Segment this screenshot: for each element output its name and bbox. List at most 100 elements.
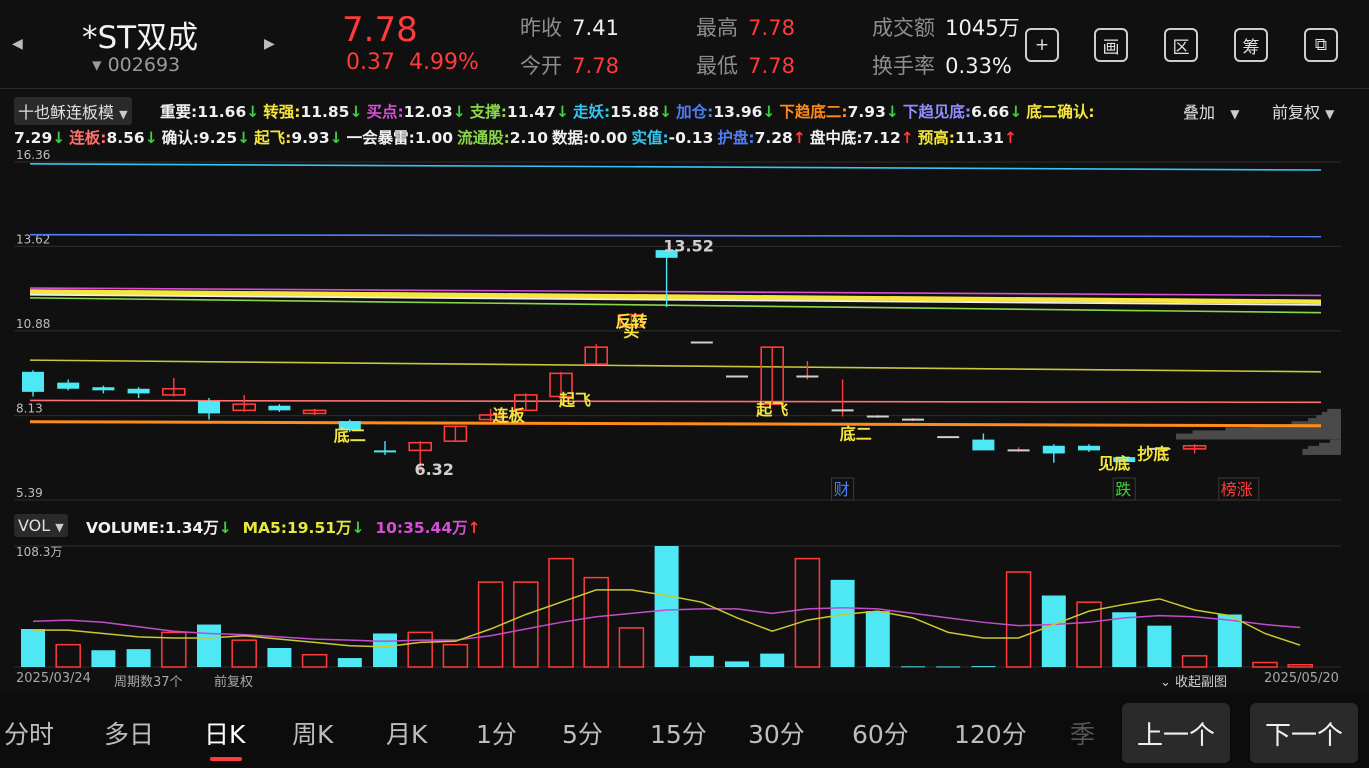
indicator-value: 12.03 bbox=[403, 103, 453, 121]
tab-period[interactable]: 日K bbox=[204, 715, 245, 751]
indicator-value: 11.85 bbox=[300, 103, 350, 121]
chip-icon[interactable]: 筹 bbox=[1234, 28, 1268, 62]
tab-period[interactable]: 60分 bbox=[852, 715, 909, 751]
signal-label: 见底 bbox=[1098, 454, 1130, 473]
indicator-label: 一会暴雷: bbox=[346, 129, 415, 147]
tab-period[interactable]: 周K bbox=[292, 715, 333, 751]
adjust-dropdown[interactable]: 前复权 ▼ bbox=[1272, 99, 1334, 123]
signal-label: 起飞 bbox=[558, 391, 591, 410]
indicator-value: 15.88 bbox=[610, 103, 660, 121]
indicator-value: 1.00 bbox=[414, 129, 454, 147]
plus-icon[interactable]: + bbox=[1025, 28, 1059, 62]
candle-down bbox=[1078, 445, 1100, 451]
prev-stock-button[interactable]: 上一个 bbox=[1122, 703, 1230, 763]
tab-period[interactable]: 多日 bbox=[104, 715, 154, 751]
prev-stock-arrow-icon[interactable]: ◀ bbox=[12, 36, 23, 52]
high-label: 最高 bbox=[696, 16, 738, 40]
indicator-label: 重要: bbox=[160, 103, 198, 121]
volume-bar-down bbox=[936, 666, 961, 668]
indicator-arrow: ↑ bbox=[1004, 129, 1017, 147]
indicator-item-continued: 7.29↓ bbox=[14, 129, 65, 147]
tab-period[interactable]: 1分 bbox=[476, 715, 517, 751]
collapse-subchart-button[interactable]: ⌄ 收起副图 bbox=[1160, 671, 1227, 690]
indicator-label: 确认: bbox=[161, 129, 199, 147]
indicator-value: -0.13 bbox=[668, 129, 714, 147]
indicator-values-line-2: 7.29↓ 连板:8.56↓ 确认:9.25↓ 起飞:9.93↓ 一会暴雷:1.00 流通… bbox=[14, 126, 1021, 148]
indicator-arrow: ↓ bbox=[885, 103, 899, 121]
chevron-down-icon: ▼ bbox=[119, 108, 128, 121]
signal-label: 连板 bbox=[493, 406, 526, 425]
volume-bar-down bbox=[91, 650, 116, 667]
low-value: 7.78 bbox=[748, 54, 795, 78]
indicator-arrow: ↓ bbox=[659, 103, 673, 121]
indicator-label: 转强: bbox=[263, 103, 301, 121]
tab-period[interactable]: 月K bbox=[386, 715, 427, 751]
volume-arrow: ↓ bbox=[218, 519, 232, 537]
next-stock-button[interactable]: 下一个 bbox=[1250, 703, 1358, 763]
signal-label: 买 bbox=[623, 321, 639, 340]
candle-down bbox=[22, 371, 44, 392]
indicator-label: 买点: bbox=[366, 103, 404, 121]
quote-high: 最高 7.78 bbox=[696, 12, 795, 42]
indicator-value: 9.93 bbox=[291, 129, 330, 147]
volume-bar-up bbox=[1252, 661, 1278, 668]
volume-bar-down bbox=[197, 624, 221, 667]
open-value: 7.78 bbox=[572, 54, 619, 78]
indicator-item: 确认:9.25↓ bbox=[162, 129, 250, 147]
kline-chart[interactable]: 16.3613.6210.888.135.39底二6.32连板起飞反转买13.5… bbox=[0, 150, 1369, 510]
candle-down bbox=[268, 405, 291, 411]
indicator-selector[interactable]: 十也稣连板模 ▼ bbox=[14, 97, 132, 125]
candle-down bbox=[972, 439, 995, 451]
volume-bar-down bbox=[725, 661, 749, 667]
volume-bar-up bbox=[301, 653, 328, 668]
stock-code[interactable]: ▾ 002693 bbox=[92, 54, 180, 76]
volume-bar-down bbox=[654, 546, 679, 667]
indicator-value: 11.66 bbox=[197, 103, 247, 121]
indicator-label: 起飞: bbox=[254, 129, 292, 147]
last-price: 7.78 bbox=[342, 10, 418, 50]
volume-bar-down bbox=[1217, 614, 1242, 667]
tab-period[interactable]: 15分 bbox=[650, 715, 707, 751]
tab-period[interactable]: 季 bbox=[1070, 715, 1095, 751]
volume-bar-down bbox=[1041, 595, 1066, 667]
candle-down bbox=[57, 382, 80, 389]
prev-close-value: 7.41 bbox=[572, 16, 619, 40]
indicator-item: 支撑:11.47↓ bbox=[470, 103, 569, 121]
volume-bar-down bbox=[126, 649, 151, 667]
switch-device-icon[interactable]: ⧉ bbox=[1304, 28, 1338, 62]
volume-value: 1.34万 bbox=[165, 519, 219, 537]
indicator-item: 起飞:9.93↓ bbox=[254, 129, 342, 147]
ma10-label: 10: bbox=[375, 519, 404, 537]
next-stock-arrow-icon[interactable]: ▶ bbox=[264, 36, 275, 52]
indicator-line bbox=[29, 399, 1322, 404]
indicator-label: 流通股: bbox=[457, 129, 510, 147]
volume-selector[interactable]: VOL ▼ bbox=[14, 514, 68, 537]
volume-bar-up bbox=[794, 557, 821, 668]
change-percent: 4.99% bbox=[408, 50, 479, 75]
indicator-item: 流通股:2.10 bbox=[457, 129, 548, 147]
volume-bar-up bbox=[231, 639, 257, 668]
indicator-label: 盘中底: bbox=[809, 129, 863, 147]
volume-selector-label: VOL bbox=[18, 516, 51, 535]
volume-profile-bar bbox=[1327, 408, 1341, 415]
indicator-value: 7.29 bbox=[14, 129, 53, 147]
active-tab-indicator bbox=[210, 757, 242, 761]
chart-end-date: 2025/05/20 bbox=[1264, 671, 1339, 686]
indicator-label: 下趋见底: bbox=[902, 103, 972, 121]
tab-period[interactable]: 30分 bbox=[748, 715, 805, 751]
tab-period[interactable]: 分时 bbox=[4, 715, 54, 751]
volume-values: VOLUME:1.34万↓ MA5:19.51万↓ 10:35.44万↑ bbox=[86, 516, 481, 538]
turnover-value: 0.33% bbox=[945, 54, 1012, 78]
region-icon[interactable]: 区 bbox=[1164, 28, 1198, 62]
tab-period[interactable]: 5分 bbox=[562, 715, 603, 751]
overlay-dropdown[interactable]: 叠加 ▼ bbox=[1183, 99, 1240, 123]
volume-chart[interactable]: 108.3万 bbox=[0, 540, 1369, 670]
drawing-icon[interactable]: 画 bbox=[1094, 28, 1128, 62]
volume-bar-down bbox=[901, 666, 925, 668]
indicator-item: 实值:-0.13 bbox=[631, 129, 713, 147]
ma10-value: 35.44万 bbox=[403, 519, 468, 537]
quote-prev-close: 昨收 7.41 bbox=[520, 12, 619, 42]
indicator-values-line-1: 重要:11.66↓ 转强:11.85↓ 买点:12.03↓ 支撑:11.47↓ 走妖:1… bbox=[160, 100, 1099, 122]
period-tabs: 分时 多日 日K 周K 月K 1分 5分 15分 30分 60分 120分 季 bbox=[0, 715, 1110, 761]
tab-period[interactable]: 120分 bbox=[954, 715, 1027, 751]
